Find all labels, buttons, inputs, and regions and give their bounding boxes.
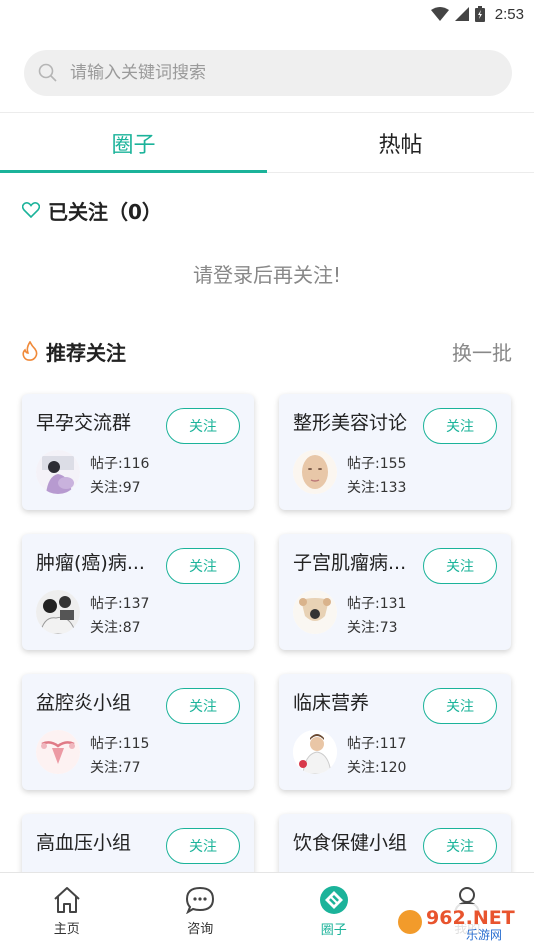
group-card[interactable]: 子宫肌瘤病... 关注 帖子:131 关注:73 <box>279 534 511 650</box>
followed-title: 已关注（0） <box>48 199 162 224</box>
group-name: 临床营养 <box>293 692 370 714</box>
pregnant-woman-avatar <box>36 450 80 494</box>
follow-button[interactable]: 关注 <box>166 828 240 864</box>
follower-count: 关注:73 <box>347 620 398 636</box>
post-count: 帖子:116 <box>90 456 150 472</box>
heart-icon <box>22 202 40 218</box>
nav-mine-label: 我的 <box>454 922 481 937</box>
follow-button[interactable]: 关注 <box>423 828 497 864</box>
follower-count: 关注:87 <box>90 620 141 636</box>
group-stats: 帖子:116 关注:97 <box>90 452 149 500</box>
post-count: 帖子:115 <box>90 736 150 752</box>
recommend-title: 推荐关注 <box>46 340 126 365</box>
group-card[interactable]: 肿瘤(癌)病... 关注 帖子:137 关注:87 <box>22 534 254 650</box>
patient-avatar <box>36 590 80 634</box>
status-bar: 2:53 <box>0 0 534 28</box>
group-name: 饮食保健小组 <box>293 832 408 854</box>
group-stats: 帖子:137 关注:87 <box>90 592 149 640</box>
follow-button[interactable]: 关注 <box>423 548 497 584</box>
post-count: 帖子:137 <box>90 596 150 612</box>
refresh-button[interactable]: 换一批 <box>452 337 512 366</box>
tab-hot-posts[interactable]: 热帖 <box>267 113 534 172</box>
search-box[interactable] <box>24 50 512 96</box>
face-avatar <box>293 450 337 494</box>
user-icon <box>454 887 481 914</box>
home-icon <box>54 887 80 913</box>
post-count: 帖子:155 <box>347 456 407 472</box>
group-card[interactable]: 临床营养 关注 帖子:117 关注:120 <box>279 674 511 790</box>
nav-consult-label: 咨询 <box>187 922 214 937</box>
nav-consult[interactable]: 咨询 <box>134 873 268 950</box>
bottom-nav: 主页 咨询 圈子 我的 <box>0 872 534 950</box>
pelvis-avatar <box>36 730 80 774</box>
recommend-grid: 早孕交流群 关注 帖子:116 关注:97 整形美容讨论 关注 帖子:155 关… <box>0 381 534 930</box>
search-input[interactable] <box>70 63 470 83</box>
nav-circle-label: 圈子 <box>320 923 347 938</box>
follower-count: 关注:133 <box>347 480 407 496</box>
signal-icon <box>454 7 469 21</box>
status-time: 2:53 <box>494 5 524 23</box>
wifi-icon <box>430 7 449 21</box>
post-count: 帖子:131 <box>347 596 407 612</box>
follow-button[interactable]: 关注 <box>423 688 497 724</box>
followed-header: 已关注（0） <box>0 173 534 247</box>
nav-circle[interactable]: 圈子 <box>267 873 401 950</box>
follower-count: 关注:120 <box>347 760 407 776</box>
follow-button[interactable]: 关注 <box>166 408 240 444</box>
recommend-header: 推荐关注 换一批 <box>0 321 534 381</box>
group-stats: 帖子:115 关注:77 <box>90 732 149 780</box>
search-icon <box>38 63 57 82</box>
tab-bar: 圈子 热帖 <box>0 113 534 173</box>
uterus-avatar <box>293 590 337 634</box>
nav-home[interactable]: 主页 <box>0 873 134 950</box>
search-bar <box>0 28 534 96</box>
group-stats: 帖子:131 关注:73 <box>347 592 406 640</box>
login-tip[interactable]: 请登录后再关注! <box>0 255 534 295</box>
group-name: 子宫肌瘤病... <box>293 552 407 574</box>
group-card[interactable]: 早孕交流群 关注 帖子:116 关注:97 <box>22 394 254 510</box>
group-name: 早孕交流群 <box>36 412 132 434</box>
follower-count: 关注:77 <box>90 760 141 776</box>
tab-circles[interactable]: 圈子 <box>0 113 267 173</box>
chat-icon <box>186 886 215 914</box>
nav-home-label: 主页 <box>53 922 80 937</box>
group-card[interactable]: 盆腔炎小组 关注 帖子:115 关注:77 <box>22 674 254 790</box>
group-stats: 帖子:155 关注:133 <box>347 452 406 500</box>
group-name: 整形美容讨论 <box>293 412 408 434</box>
group-stats: 帖子:117 关注:120 <box>347 732 406 780</box>
follower-count: 关注:97 <box>90 480 141 496</box>
post-count: 帖子:117 <box>347 736 407 752</box>
follow-button[interactable]: 关注 <box>166 548 240 584</box>
group-card[interactable]: 整形美容讨论 关注 帖子:155 关注:133 <box>279 394 511 510</box>
battery-icon <box>474 6 485 22</box>
flame-icon <box>22 341 38 361</box>
group-name: 盆腔炎小组 <box>36 692 132 714</box>
circle-icon <box>319 886 348 914</box>
nav-mine[interactable]: 我的 <box>401 873 534 950</box>
follow-button[interactable]: 关注 <box>166 688 240 724</box>
group-name: 肿瘤(癌)病... <box>36 552 145 574</box>
follow-button[interactable]: 关注 <box>423 408 497 444</box>
nurse-avatar <box>293 730 337 774</box>
group-name: 高血压小组 <box>36 832 132 854</box>
